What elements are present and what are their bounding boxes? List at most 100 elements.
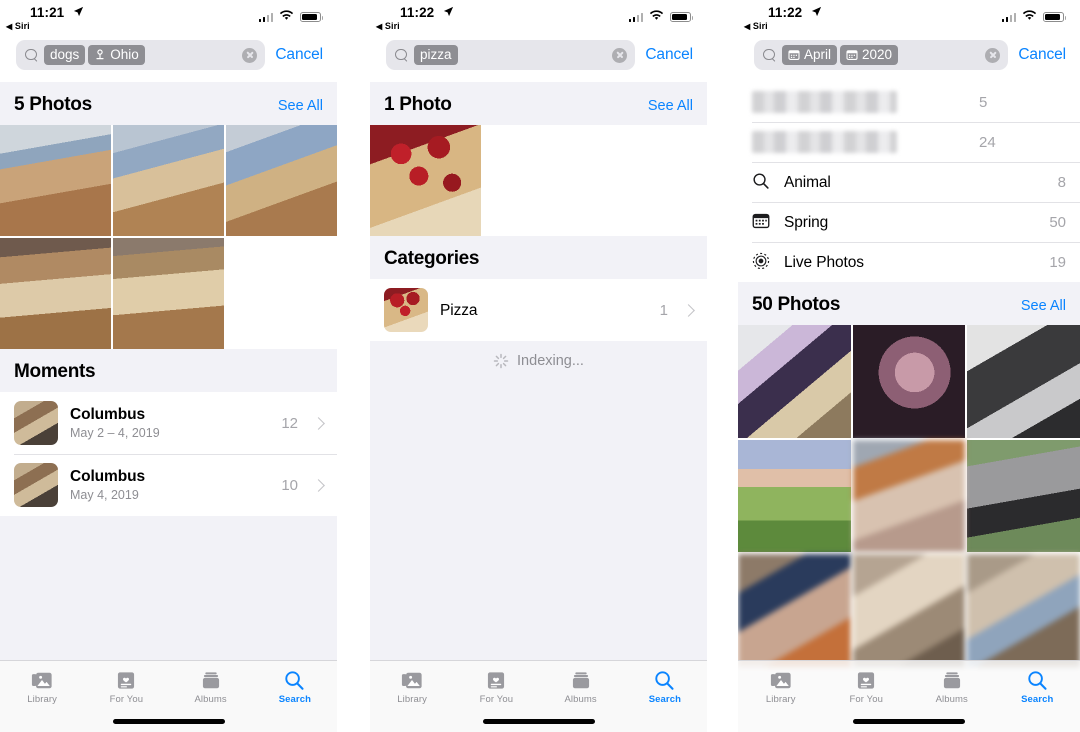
- search-input[interactable]: April 2020: [754, 40, 1009, 70]
- categories-section-header: Categories: [370, 236, 707, 279]
- back-to-siri-link[interactable]: ◀ Siri: [376, 21, 400, 31]
- tab-search[interactable]: Search: [253, 669, 337, 705]
- body-filler: [370, 379, 707, 660]
- tab-bar: Library For You Albums Search: [370, 660, 707, 732]
- cancel-button[interactable]: Cancel: [1018, 46, 1066, 64]
- photo-thumbnail[interactable]: [370, 125, 481, 236]
- photo-thumbnail[interactable]: [0, 238, 111, 349]
- tab-search[interactable]: Search: [623, 669, 707, 705]
- suggestion-count: 5: [979, 93, 988, 111]
- photo-thumbnail[interactable]: [967, 325, 1080, 438]
- moment-row[interactable]: Columbus May 2 – 4, 2019 12: [0, 392, 337, 454]
- cancel-button[interactable]: Cancel: [275, 46, 323, 64]
- moment-thumbnail: [14, 401, 58, 445]
- tab-albums[interactable]: Albums: [909, 669, 995, 705]
- search-token-2020[interactable]: 2020: [840, 45, 899, 65]
- tab-albums[interactable]: Albums: [169, 669, 253, 705]
- clear-search-button[interactable]: [612, 47, 628, 63]
- status-bar: 11:21 ◀ Siri: [0, 0, 337, 34]
- tab-library[interactable]: Library: [0, 669, 84, 705]
- see-all-link[interactable]: See All: [648, 98, 693, 114]
- indexing-status: Indexing...: [370, 341, 707, 379]
- category-thumbnail: [384, 288, 428, 332]
- chevron-right-icon: [312, 416, 325, 430]
- photo-thumbnail[interactable]: [738, 325, 851, 438]
- suggestion-row[interactable]: 24: [738, 122, 1080, 162]
- photo-thumbnail[interactable]: [738, 439, 851, 553]
- cellular-signal-icon: [628, 12, 643, 22]
- spinner-icon: [493, 353, 509, 369]
- moment-row[interactable]: Columbus May 4, 2019 10: [0, 454, 337, 516]
- photo-thumbnail[interactable]: [738, 554, 851, 668]
- moment-text: Columbus May 4, 2019: [70, 467, 269, 504]
- back-to-siri-link[interactable]: ◀ Siri: [6, 21, 30, 31]
- suggestion-row-live-photos[interactable]: Live Photos 19: [738, 242, 1080, 282]
- photos-count-title: 50 Photos: [752, 294, 841, 315]
- back-to-siri-link[interactable]: ◀ Siri: [744, 21, 768, 31]
- home-indicator[interactable]: [853, 719, 965, 724]
- search-token-dogs[interactable]: dogs: [44, 45, 86, 65]
- search-tokens: dogs Ohio: [44, 45, 236, 65]
- back-triangle-icon: ◀: [376, 22, 383, 31]
- tab-albums[interactable]: Albums: [539, 669, 623, 705]
- suggestion-row-animal[interactable]: Animal 8: [738, 162, 1080, 202]
- photo-thumbnail[interactable]: [967, 439, 1080, 553]
- tab-library[interactable]: Library: [738, 669, 824, 705]
- photo-thumbnail[interactable]: [113, 125, 224, 236]
- tab-label: For You: [849, 694, 883, 705]
- see-all-link[interactable]: See All: [278, 98, 323, 114]
- tab-bar: Library For You Albums Search: [738, 660, 1080, 732]
- status-indicators: [628, 8, 694, 26]
- tab-for-you[interactable]: For You: [454, 669, 538, 705]
- tab-label: For You: [109, 694, 144, 705]
- search-token-ohio[interactable]: Ohio: [88, 45, 145, 65]
- phone-panel-dogs-ohio: 11:21 ◀ Siri dogs Ohio Cancel 5 Photos S…: [0, 0, 337, 732]
- search-bar: dogs Ohio Cancel: [0, 34, 337, 82]
- suggestion-count: 8: [1057, 173, 1066, 191]
- suggestion-count: 50: [1049, 213, 1066, 231]
- tab-label: Search: [648, 694, 682, 705]
- battery-icon: [300, 11, 324, 23]
- token-label: 2020: [862, 47, 893, 62]
- suggestion-row-spring[interactable]: Spring 50: [738, 202, 1080, 242]
- back-label: Siri: [14, 21, 30, 31]
- home-indicator[interactable]: [112, 719, 225, 724]
- tab-label: Albums: [194, 694, 227, 705]
- search-input[interactable]: dogs Ohio: [16, 40, 266, 70]
- search-token-april[interactable]: April: [782, 45, 838, 65]
- status-time: 11:21: [30, 5, 65, 20]
- photo-thumbnail[interactable]: [113, 238, 224, 349]
- search-input[interactable]: pizza: [386, 40, 636, 70]
- photo-thumbnail[interactable]: [852, 439, 966, 553]
- chevron-right-icon: [682, 303, 695, 317]
- tab-for-you[interactable]: For You: [824, 669, 910, 705]
- photo-thumbnail[interactable]: [0, 125, 111, 236]
- suggestion-row[interactable]: 5: [738, 82, 1080, 122]
- clear-search-button[interactable]: [242, 47, 258, 63]
- location-arrow-icon: [73, 6, 84, 20]
- token-label: Ohio: [110, 47, 139, 62]
- photo-thumbnail[interactable]: [852, 325, 966, 438]
- suggestion-text: Spring: [784, 213, 1037, 232]
- photo-thumbnail[interactable]: [226, 125, 337, 236]
- photo-thumbnail[interactable]: [967, 554, 1080, 668]
- phone-panel-pizza: 11:22 ◀ Siri pizza Cancel 1 Photo See Al…: [370, 0, 707, 732]
- see-all-link[interactable]: See All: [1021, 298, 1066, 314]
- search-results-body: 5 24 Animal 8 Spring 50 Live Photos 19 5…: [738, 82, 1080, 732]
- moment-title: Columbus: [70, 405, 145, 423]
- photo-thumbnail[interactable]: [852, 554, 966, 668]
- tab-library[interactable]: Library: [370, 669, 454, 705]
- search-icon: [763, 48, 776, 62]
- home-indicator[interactable]: [482, 719, 595, 724]
- clear-search-button[interactable]: [985, 47, 1001, 63]
- albums-icon: [571, 669, 591, 691]
- search-token-pizza[interactable]: pizza: [414, 45, 458, 65]
- photo-grid-empty-cell: [596, 125, 707, 236]
- tab-for-you[interactable]: For You: [84, 669, 168, 705]
- photos-section-header: 1 Photo See All: [370, 82, 707, 125]
- category-row[interactable]: Pizza 1: [370, 279, 707, 341]
- battery-icon: [1043, 11, 1067, 23]
- tab-search[interactable]: Search: [995, 669, 1080, 705]
- photos-section-header: 5 Photos See All: [0, 82, 337, 125]
- cancel-button[interactable]: Cancel: [645, 46, 693, 64]
